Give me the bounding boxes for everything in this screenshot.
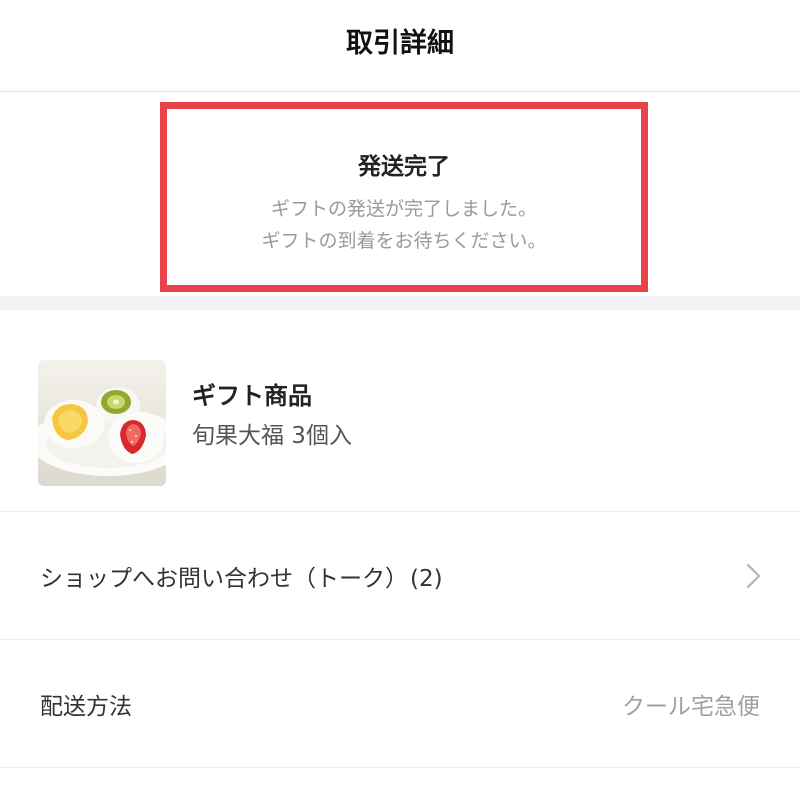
shipping-method-row: 配送方法 クール宅急便 [0, 640, 800, 768]
shipping-method-value: クール宅急便 [622, 693, 760, 720]
contact-shop-label: ショップへお問い合わせ（トーク）(2) [40, 559, 443, 593]
contact-shop-talk-row[interactable]: ショップへお問い合わせ（トーク）(2) [0, 512, 800, 640]
section-divider [0, 296, 800, 310]
status-highlight-box: 発送完了 ギフトの発送が完了しました。 ギフトの到着をお待ちください。 [160, 102, 648, 292]
chevron-right-icon [746, 563, 761, 588]
product-name: 旬果大福 3個入 [192, 423, 352, 449]
status-message-line-2: ギフトの到着をお待ちください。 [261, 230, 547, 252]
status-section: 発送完了 ギフトの発送が完了しました。 ギフトの到着をお待ちください。 [0, 92, 800, 296]
fruit-daifuku-photo-icon [38, 360, 166, 486]
status-message-line-1: ギフトの発送が完了しました。 [270, 198, 537, 220]
gift-product-row: ギフト商品 旬果大福 3個入 [0, 310, 800, 512]
status-title: 発送完了 [358, 154, 450, 180]
talk-count: (2) [410, 565, 443, 592]
shipping-method-label: 配送方法 [40, 693, 132, 720]
product-section-label: ギフト商品 [192, 382, 312, 410]
contact-shop-text: ショップへお問い合わせ（トーク） [40, 565, 408, 592]
product-image [38, 360, 166, 486]
page-title: 取引詳細 [346, 28, 454, 59]
top-bar: 取引詳細 [0, 0, 800, 92]
